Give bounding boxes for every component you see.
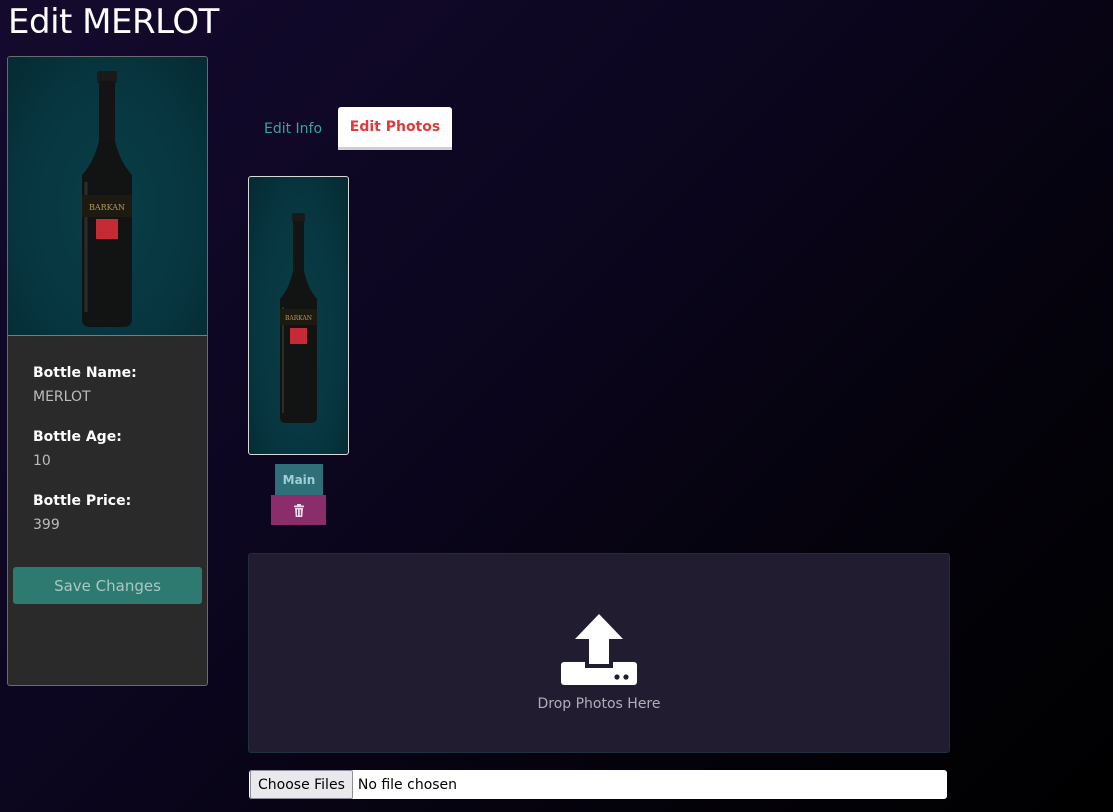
svg-text:BARKAN: BARKAN: [89, 203, 125, 212]
delete-photo-button[interactable]: [271, 495, 326, 525]
dropzone-text: Drop Photos Here: [537, 696, 661, 712]
svg-text:BARKAN: BARKAN: [285, 315, 312, 322]
bottle-name-value: MERLOT: [33, 389, 91, 405]
upload-icon: [561, 614, 637, 685]
tab-edit-info[interactable]: Edit Info: [250, 107, 336, 150]
photo-thumbnail[interactable]: BARKAN: [248, 176, 349, 455]
set-main-photo-button[interactable]: Main: [275, 464, 323, 495]
page-title: Edit MERLOT: [8, 2, 219, 42]
bottle-info-card: BARKAN Bottle Name: MERLOT Bottle Age: 1…: [7, 56, 208, 686]
file-input[interactable]: Choose Files No file chosen: [249, 770, 947, 799]
file-status-text: No file chosen: [357, 776, 458, 793]
bottle-main-photo: BARKAN: [8, 57, 207, 336]
tab-edit-photos[interactable]: Edit Photos: [338, 107, 452, 150]
bottle-age-label: Bottle Age:: [33, 429, 122, 445]
bottle-age-value: 10: [33, 453, 51, 469]
bottle-price-value: 399: [33, 517, 60, 533]
trash-icon: [293, 503, 304, 517]
wine-bottle-image: BARKAN: [82, 71, 132, 327]
choose-files-button[interactable]: Choose Files: [250, 770, 353, 799]
bottle-price-label: Bottle Price:: [33, 493, 132, 509]
photo-dropzone[interactable]: Drop Photos Here: [248, 553, 950, 753]
save-changes-button[interactable]: Save Changes: [13, 567, 202, 604]
bottle-name-label: Bottle Name:: [33, 365, 137, 381]
wine-bottle-thumbnail-image: BARKAN: [280, 213, 317, 423]
